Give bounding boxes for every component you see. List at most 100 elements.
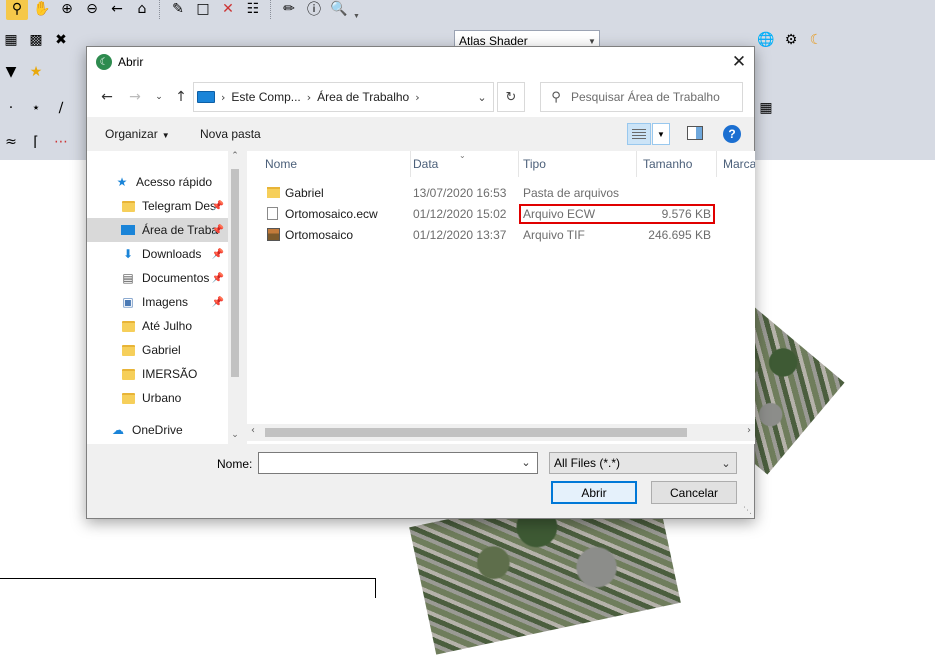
dots-icon[interactable]: ⋯ [50, 131, 72, 153]
nav-item-pictures[interactable]: ▣ Imagens 📌 [87, 290, 228, 314]
filename-combobox[interactable]: ⌄ [258, 452, 538, 474]
search-box[interactable]: ⚲ [540, 82, 743, 112]
edit-icon[interactable]: ☷ [242, 0, 264, 20]
search-icon: ⚲ [551, 89, 561, 105]
delete-icon[interactable]: ✕ [217, 0, 239, 20]
new-folder-button[interactable]: Nova pasta [200, 127, 261, 141]
search-input[interactable] [571, 90, 736, 104]
nav-item-onedrive[interactable]: ☁ OneDrive [87, 418, 228, 442]
filename-label: Nome: [217, 457, 253, 471]
zoom-select-icon[interactable]: ⚲ [6, 0, 28, 20]
terrain-icon[interactable]: ≈ [0, 131, 22, 153]
app-logo-icon: ☾ [96, 54, 112, 70]
nav-item-ate-julho[interactable]: Até Julho [87, 314, 228, 338]
open-file-dialog: ☾ Abrir ✕ ← → ⌄ ↑ › Este Comp... › Área … [86, 46, 755, 519]
toolbar-row-5: ≈ ⌈ ⋯ [0, 130, 72, 154]
select-icon[interactable]: □ [192, 0, 214, 20]
toolbar-row-2-right: 🌐 ⚙ ☾ [755, 28, 827, 52]
address-bar[interactable]: › Este Comp... › Área de Trabalho › ⌄ [193, 82, 494, 112]
open-button[interactable]: Abrir [551, 481, 637, 504]
scroll-down-icon[interactable]: ⌄ [228, 430, 242, 444]
chevron-down-icon[interactable]: ⌄ [515, 453, 537, 473]
scroll-up-icon[interactable]: ⌃ [228, 151, 242, 165]
vertex-icon[interactable]: ⋅ [0, 97, 22, 119]
filename-input[interactable] [259, 453, 515, 473]
table-row[interactable]: Gabriel 13/07/2020 16:53 Pasta de arquiv… [247, 182, 755, 203]
nav-pane-scrollbar[interactable]: ⌃ ⌄ [228, 151, 242, 444]
back-icon[interactable]: ← [106, 0, 128, 20]
close-icon[interactable]: ✕ [724, 47, 754, 77]
nav-item-imersao[interactable]: IMERSÃO [87, 362, 228, 386]
chevron-right-icon: › [415, 90, 420, 104]
dropdown-icon[interactable]: ▼ [0, 61, 22, 83]
file-type-filter[interactable]: All Files (*.*) ⌄ [549, 452, 737, 474]
nav-item-gabriel[interactable]: Gabriel [87, 338, 228, 362]
recent-locations-dropdown[interactable]: ⌄ [149, 87, 169, 107]
home-icon[interactable]: ⌂ [131, 0, 153, 20]
toolbar-dropdown-arrow[interactable]: ▼ [353, 0, 361, 20]
address-dropdown-icon[interactable]: ⌄ [471, 91, 493, 104]
nav-item-telegram[interactable]: Telegram Des 📌 [87, 194, 228, 218]
toolbar-separator [270, 0, 272, 19]
nav-item-downloads[interactable]: ⬇ Downloads 📌 [87, 242, 228, 266]
resize-grip-icon[interactable]: ⋱ [743, 506, 752, 516]
pencil-icon[interactable]: ✎ [167, 0, 189, 20]
column-header-size[interactable]: Tamanho [637, 151, 717, 177]
zoom-in-icon[interactable]: ⊕ [56, 0, 78, 20]
line-icon[interactable]: ∕ [50, 97, 72, 119]
ruler-icon[interactable]: ✏ [278, 0, 300, 20]
column-header-date[interactable]: Data [407, 151, 519, 177]
organize-button[interactable]: Organizar ▼ [105, 127, 170, 141]
dialog-titlebar[interactable]: ☾ Abrir ✕ [87, 47, 754, 77]
toolbar-row-3: ▼ ★ [0, 60, 47, 84]
scrollbar-thumb[interactable] [265, 428, 687, 437]
breadcrumb-desktop[interactable]: Área de Trabalho [317, 90, 409, 104]
node-icon[interactable]: ⋆ [25, 97, 47, 119]
grid-icon[interactable]: ▦ [755, 97, 777, 119]
document-icon: ▤ [122, 271, 134, 285]
drop-icon[interactable]: ⌈ [25, 131, 47, 153]
moon-icon[interactable]: ☾ [805, 29, 827, 51]
navigation-pane: ★ Acesso rápido Telegram Des 📌 Área de T… [87, 151, 242, 444]
info-icon[interactable]: ⓘ [303, 0, 325, 20]
column-header-tags[interactable]: Marca [717, 151, 755, 177]
view-options-dropdown[interactable]: ▼ [652, 123, 670, 145]
star-icon: ★ [116, 175, 128, 189]
pan-icon[interactable]: ✋ [31, 0, 53, 20]
forward-arrow-icon[interactable]: → [125, 87, 145, 107]
help-icon[interactable]: ? [723, 125, 741, 143]
nav-item-quick-access[interactable]: ★ Acesso rápido [87, 170, 228, 194]
scroll-left-icon[interactable]: ‹ [251, 425, 255, 436]
refresh-icon[interactable]: ↻ [497, 82, 525, 112]
back-arrow-icon[interactable]: ← [97, 87, 117, 107]
nav-item-desktop[interactable]: Área de Traba 📌 [87, 218, 228, 242]
gear-icon[interactable]: ⚙ [780, 29, 802, 51]
nav-item-urbano[interactable]: Urbano [87, 386, 228, 410]
column-header-type[interactable]: Tipo [517, 151, 637, 177]
scrollbar-thumb[interactable] [231, 169, 239, 377]
preview-pane-icon[interactable] [687, 126, 703, 140]
file-list-horizontal-scrollbar[interactable]: ‹ › [247, 424, 755, 441]
desktop-icon [121, 223, 135, 237]
layer-icon[interactable]: ▦ [0, 29, 22, 51]
details-view-button[interactable] [627, 123, 651, 145]
tools-icon[interactable]: ✖ [50, 29, 72, 51]
up-arrow-icon[interactable]: ↑ [171, 87, 191, 107]
breadcrumb-computer[interactable]: Este Comp... [231, 90, 300, 104]
column-header-name[interactable]: Nome [259, 151, 411, 177]
annotation-highlight-box [519, 204, 715, 224]
globe-icon[interactable]: 🌐 [755, 29, 777, 51]
table-row[interactable]: Ortomosaico 01/12/2020 13:37 Arquivo TIF… [247, 224, 755, 245]
scroll-right-icon[interactable]: › [747, 425, 751, 436]
star-icon[interactable]: ★ [25, 61, 47, 83]
chevron-right-icon: › [306, 90, 312, 104]
zoom-out-icon[interactable]: ⊖ [81, 0, 103, 20]
nav-item-label: Acesso rápido [136, 175, 213, 189]
nav-item-label: Gabriel [142, 343, 181, 357]
computer-icon [197, 91, 215, 103]
nav-item-documents[interactable]: ▤ Documentos 📌 [87, 266, 228, 290]
search-doc-icon[interactable]: 🔍 [328, 0, 350, 20]
cancel-button[interactable]: Cancelar [651, 481, 737, 504]
caret-down-icon: ▼ [161, 131, 170, 140]
map-icon[interactable]: ▩ [25, 29, 47, 51]
